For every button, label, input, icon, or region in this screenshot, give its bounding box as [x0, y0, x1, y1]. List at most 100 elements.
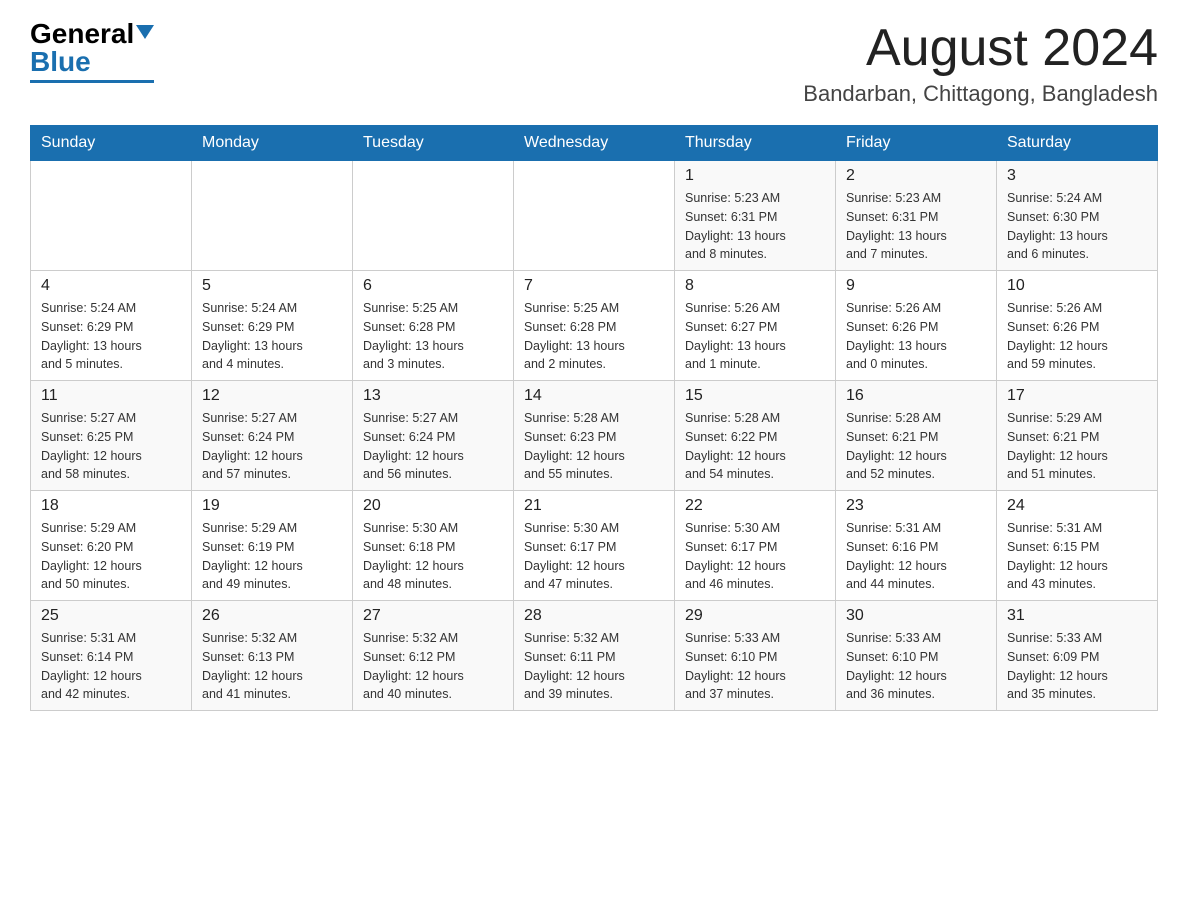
logo-underline	[30, 80, 154, 83]
calendar-cell: 1 Sunrise: 5:23 AMSunset: 6:31 PMDaylight…	[675, 161, 836, 271]
day-info: Sunrise: 5:30 AMSunset: 6:17 PMDaylight:…	[685, 519, 825, 594]
calendar-cell: 13Sunrise: 5:27 AMSunset: 6:24 PMDayligh…	[353, 381, 514, 491]
day-info: Sunrise: 5:29 AMSunset: 6:20 PMDaylight:…	[41, 519, 181, 594]
calendar-cell: 2Sunrise: 5:23 AMSunset: 6:31 PMDaylight…	[836, 161, 997, 271]
day-info: Sunrise: 5:31 AMSunset: 6:16 PMDaylight:…	[846, 519, 986, 594]
calendar-cell: 25 Sunrise: 5:31 AMSunset: 6:14 PMDayligh…	[31, 601, 192, 711]
calendar-cell: 15 Sunrise: 5:28 AMSunset: 6:22 PMDayligh…	[675, 381, 836, 491]
weekday-header-monday: Monday	[192, 126, 353, 161]
day-info: Sunrise: 5:31 AMSunset: 6:14 PMDaylight:…	[41, 629, 181, 704]
day-number: 17	[1007, 387, 1147, 405]
day-info: Sunrise: 5:29 AMSunset: 6:21 PMDaylight:…	[1007, 409, 1147, 484]
day-info: Sunrise: 5:27 AMSunset: 6:25 PMDaylight:…	[41, 409, 181, 484]
weekday-header-thursday: Thursday	[675, 126, 836, 161]
calendar-cell: 21Sunrise: 5:30 AMSunset: 6:17 PMDayligh…	[514, 491, 675, 601]
day-info: Sunrise: 5:23 AMSunset: 6:31 PMDaylight:…	[685, 189, 825, 264]
calendar-cell: 18 Sunrise: 5:29 AMSunset: 6:20 PMDayligh…	[31, 491, 192, 601]
day-info: Sunrise: 5:25 AMSunset: 6:28 PMDaylight:…	[363, 299, 503, 374]
calendar-cell: 14 Sunrise: 5:28 AMSunset: 6:23 PMDayligh…	[514, 381, 675, 491]
day-info: Sunrise: 5:26 AMSunset: 6:26 PMDaylight:…	[1007, 299, 1147, 374]
calendar-week-row: 25 Sunrise: 5:31 AMSunset: 6:14 PMDayligh…	[31, 601, 1158, 711]
day-number: 6	[363, 277, 503, 295]
day-number: 19	[202, 497, 342, 515]
day-number: 7	[524, 277, 664, 295]
day-info: Sunrise: 5:25 AMSunset: 6:28 PMDaylight:…	[524, 299, 664, 374]
calendar-cell: 10 Sunrise: 5:26 AMSunset: 6:26 PMDayligh…	[997, 271, 1158, 381]
day-info: Sunrise: 5:33 AMSunset: 6:09 PMDaylight:…	[1007, 629, 1147, 704]
day-info: Sunrise: 5:28 AMSunset: 6:22 PMDaylight:…	[685, 409, 825, 484]
calendar-cell: 29 Sunrise: 5:33 AMSunset: 6:10 PMDayligh…	[675, 601, 836, 711]
weekday-header-saturday: Saturday	[997, 126, 1158, 161]
day-number: 2	[846, 167, 986, 185]
day-info: Sunrise: 5:29 AMSunset: 6:19 PMDaylight:…	[202, 519, 342, 594]
day-number: 3	[1007, 167, 1147, 185]
day-info: Sunrise: 5:31 AMSunset: 6:15 PMDaylight:…	[1007, 519, 1147, 594]
day-number: 30	[846, 607, 986, 625]
calendar-cell: 4Sunrise: 5:24 AMSunset: 6:29 PMDaylight…	[31, 271, 192, 381]
day-number: 14	[524, 387, 664, 405]
calendar-cell	[31, 161, 192, 271]
day-info: Sunrise: 5:33 AMSunset: 6:10 PMDaylight:…	[846, 629, 986, 704]
day-info: Sunrise: 5:33 AMSunset: 6:10 PMDaylight:…	[685, 629, 825, 704]
calendar-cell: 24Sunrise: 5:31 AMSunset: 6:15 PMDayligh…	[997, 491, 1158, 601]
calendar-cell: 30 Sunrise: 5:33 AMSunset: 6:10 PMDayligh…	[836, 601, 997, 711]
day-number: 8	[685, 277, 825, 295]
calendar-cell: 6 Sunrise: 5:25 AMSunset: 6:28 PMDaylight…	[353, 271, 514, 381]
day-number: 10	[1007, 277, 1147, 295]
day-number: 31	[1007, 607, 1147, 625]
day-number: 22	[685, 497, 825, 515]
day-info: Sunrise: 5:24 AMSunset: 6:30 PMDaylight:…	[1007, 189, 1147, 264]
day-number: 16	[846, 387, 986, 405]
calendar-week-row: 4Sunrise: 5:24 AMSunset: 6:29 PMDaylight…	[31, 271, 1158, 381]
calendar-cell: 8 Sunrise: 5:26 AMSunset: 6:27 PMDaylight…	[675, 271, 836, 381]
calendar-cell: 26 Sunrise: 5:32 AMSunset: 6:13 PMDayligh…	[192, 601, 353, 711]
calendar-cell: 11 Sunrise: 5:27 AMSunset: 6:25 PMDayligh…	[31, 381, 192, 491]
day-number: 1	[685, 167, 825, 185]
logo-blue-text: Blue	[30, 48, 91, 76]
location-title: Bandarban, Chittagong, Bangladesh	[803, 81, 1158, 107]
calendar-week-row: 18 Sunrise: 5:29 AMSunset: 6:20 PMDayligh…	[31, 491, 1158, 601]
day-info: Sunrise: 5:24 AMSunset: 6:29 PMDaylight:…	[202, 299, 342, 374]
calendar-cell: 16Sunrise: 5:28 AMSunset: 6:21 PMDayligh…	[836, 381, 997, 491]
logo: General Blue	[30, 20, 154, 83]
day-number: 21	[524, 497, 664, 515]
day-number: 11	[41, 387, 181, 405]
calendar-cell: 5 Sunrise: 5:24 AMSunset: 6:29 PMDaylight…	[192, 271, 353, 381]
day-info: Sunrise: 5:30 AMSunset: 6:18 PMDaylight:…	[363, 519, 503, 594]
day-info: Sunrise: 5:26 AMSunset: 6:26 PMDaylight:…	[846, 299, 986, 374]
day-info: Sunrise: 5:32 AMSunset: 6:12 PMDaylight:…	[363, 629, 503, 704]
calendar-cell: 12Sunrise: 5:27 AMSunset: 6:24 PMDayligh…	[192, 381, 353, 491]
day-number: 15	[685, 387, 825, 405]
title-area: August 2024 Bandarban, Chittagong, Bangl…	[803, 20, 1158, 107]
calendar-cell: 23 Sunrise: 5:31 AMSunset: 6:16 PMDayligh…	[836, 491, 997, 601]
day-number: 25	[41, 607, 181, 625]
weekday-header-friday: Friday	[836, 126, 997, 161]
calendar-cell: 17 Sunrise: 5:29 AMSunset: 6:21 PMDayligh…	[997, 381, 1158, 491]
day-number: 26	[202, 607, 342, 625]
calendar-cell: 22 Sunrise: 5:30 AMSunset: 6:17 PMDayligh…	[675, 491, 836, 601]
calendar-cell	[514, 161, 675, 271]
day-info: Sunrise: 5:26 AMSunset: 6:27 PMDaylight:…	[685, 299, 825, 374]
day-info: Sunrise: 5:28 AMSunset: 6:23 PMDaylight:…	[524, 409, 664, 484]
day-info: Sunrise: 5:24 AMSunset: 6:29 PMDaylight:…	[41, 299, 181, 374]
day-number: 29	[685, 607, 825, 625]
calendar-cell: 7 Sunrise: 5:25 AMSunset: 6:28 PMDaylight…	[514, 271, 675, 381]
day-number: 23	[846, 497, 986, 515]
weekday-header-wednesday: Wednesday	[514, 126, 675, 161]
day-info: Sunrise: 5:32 AMSunset: 6:11 PMDaylight:…	[524, 629, 664, 704]
day-number: 5	[202, 277, 342, 295]
weekday-header-sunday: Sunday	[31, 126, 192, 161]
calendar-cell: 27 Sunrise: 5:32 AMSunset: 6:12 PMDayligh…	[353, 601, 514, 711]
day-number: 12	[202, 387, 342, 405]
calendar-cell: 31 Sunrise: 5:33 AMSunset: 6:09 PMDayligh…	[997, 601, 1158, 711]
weekday-header-row: SundayMondayTuesdayWednesdayThursdayFrid…	[31, 126, 1158, 161]
weekday-header-tuesday: Tuesday	[353, 126, 514, 161]
calendar-cell: 28Sunrise: 5:32 AMSunset: 6:11 PMDayligh…	[514, 601, 675, 711]
logo-triangle-icon	[136, 25, 154, 39]
calendar-week-row: 11 Sunrise: 5:27 AMSunset: 6:25 PMDayligh…	[31, 381, 1158, 491]
day-number: 18	[41, 497, 181, 515]
day-info: Sunrise: 5:32 AMSunset: 6:13 PMDaylight:…	[202, 629, 342, 704]
page-header: General Blue August 2024 Bandarban, Chit…	[30, 20, 1158, 107]
calendar-cell	[353, 161, 514, 271]
day-number: 27	[363, 607, 503, 625]
